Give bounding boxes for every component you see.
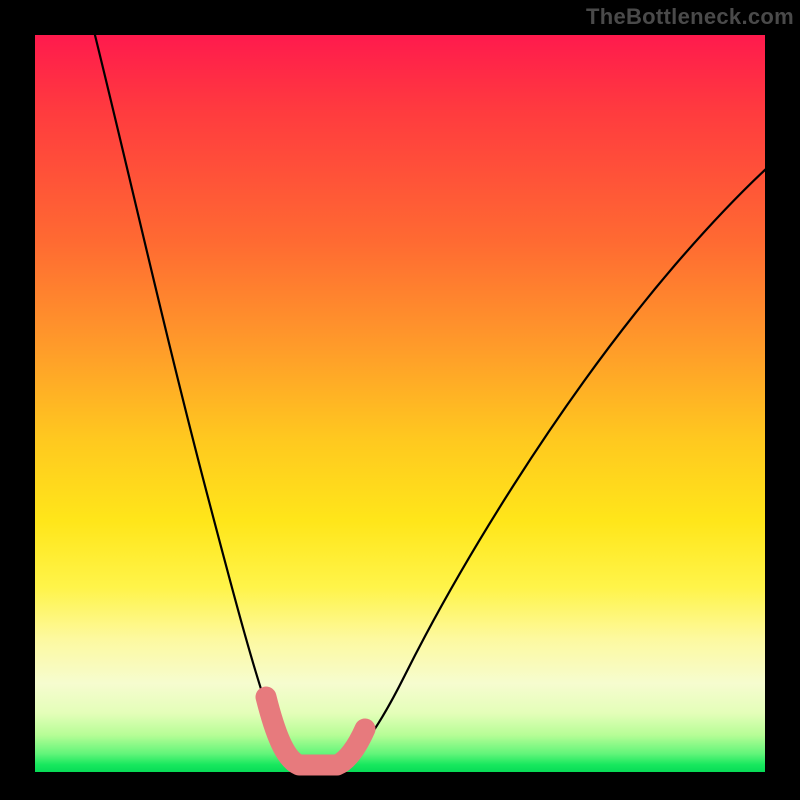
plot-area xyxy=(35,35,765,772)
chart-frame: TheBottleneck.com xyxy=(0,0,800,800)
highlight-marker xyxy=(266,697,365,765)
curve-layer xyxy=(35,35,765,772)
bottleneck-curve xyxy=(90,15,800,768)
watermark-text: TheBottleneck.com xyxy=(586,4,794,30)
